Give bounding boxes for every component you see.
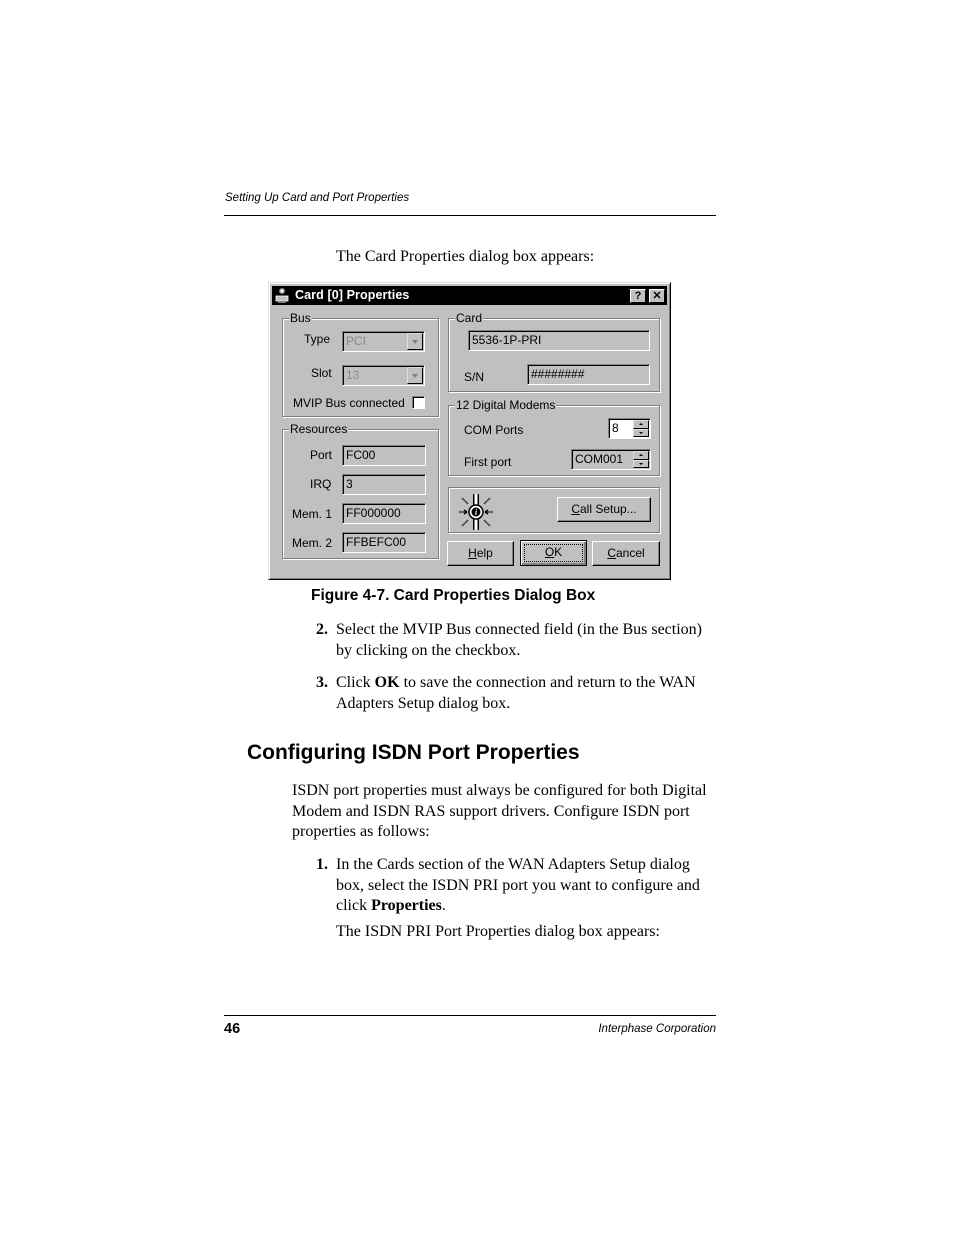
help-button[interactable]: Help (447, 541, 514, 566)
port-label: Port (310, 448, 333, 462)
chevron-down-icon[interactable] (407, 367, 423, 384)
cancel-label: ancel (615, 546, 645, 560)
bus-group-label: Bus (289, 311, 312, 325)
spin-down-icon[interactable] (633, 428, 649, 437)
section-heading: Configuring ISDN Port Properties (247, 741, 580, 764)
running-header: Setting Up Card and Port Properties (225, 192, 410, 204)
slot-value: 13 (346, 368, 360, 382)
call-setup-label: all Setup... (579, 502, 637, 516)
dialog-title: Card [0] Properties (295, 288, 410, 302)
sn-field[interactable]: ######## (527, 364, 650, 385)
mem1-field[interactable]: FF000000 (342, 503, 426, 524)
com-ports-spinner[interactable]: 8 (608, 418, 651, 439)
call-setup-mnemonic: C (571, 502, 580, 516)
page-number: 46 (224, 1021, 241, 1037)
step-text-pre: Click (336, 674, 375, 691)
footer-rule (224, 1015, 716, 1016)
type-value: PCI (346, 334, 367, 348)
com-ports-value: 8 (612, 421, 619, 435)
first-port-spinner[interactable]: COM001 (571, 449, 651, 470)
footer-company: Interphase Corporation (598, 1023, 716, 1035)
step-3: 3. Click OK to save the connection and r… (316, 673, 721, 714)
irq-field[interactable]: 3 (342, 474, 426, 495)
section-paragraph: ISDN port properties must always be conf… (292, 782, 707, 840)
spin-up-icon[interactable] (633, 420, 649, 429)
slot-combobox[interactable]: 13 (342, 365, 425, 386)
cancel-mnemonic: C (607, 546, 616, 560)
digital-modems-group-label: 12 Digital Modems (455, 398, 557, 412)
first-port-value: COM001 (575, 452, 624, 466)
step-followup: The ISDN PRI Port Properties dialog box … (336, 922, 660, 940)
call-setup-button[interactable]: Call Setup... (557, 497, 651, 522)
type-combobox[interactable]: PCI (342, 331, 425, 352)
help-mnemonic: H (468, 546, 477, 560)
step-text-bold: Properties (371, 897, 442, 914)
intro-text: The Card Properties dialog box appears: (336, 248, 595, 265)
header-rule (224, 215, 716, 216)
figure-caption: Figure 4-7. Card Properties Dialog Box (311, 587, 596, 604)
help-title-button[interactable]: ? (630, 289, 646, 303)
focus-rect (524, 544, 583, 562)
mvip-bus-checkbox[interactable] (412, 396, 425, 409)
spin-down-icon[interactable] (633, 459, 649, 468)
step-number: 2. (316, 621, 328, 638)
digital-modem-info-icon: i (459, 494, 493, 530)
card-group-label: Card (455, 311, 484, 325)
irq-label: IRQ (310, 477, 332, 491)
first-port-label: First port (464, 455, 512, 469)
spinner-arrows[interactable] (633, 451, 649, 468)
com-ports-label: COM Ports (464, 423, 524, 437)
sn-label: S/N (464, 370, 485, 384)
spin-up-icon[interactable] (633, 451, 649, 460)
close-button[interactable]: ✕ (649, 289, 665, 303)
ok-button[interactable]: OK (520, 540, 587, 566)
cancel-button[interactable]: Cancel (592, 541, 660, 566)
mem1-label: Mem. 1 (292, 507, 333, 521)
mem2-field[interactable]: FFBEFC00 (342, 532, 426, 553)
step-2: 2. Select the MVIP Bus connected field (… (316, 620, 721, 661)
type-label: Type (304, 332, 331, 346)
chevron-down-icon[interactable] (407, 333, 423, 350)
mem2-label: Mem. 2 (292, 536, 333, 550)
step-text-bold: OK (374, 674, 400, 691)
mvip-label: MVIP Bus connected (293, 396, 405, 410)
step-number: 1. (316, 856, 328, 873)
help-label: elp (476, 546, 493, 560)
slot-label: Slot (311, 366, 332, 380)
computer-card-icon (275, 288, 289, 303)
resources-group-label: Resources (289, 422, 349, 436)
spinner-arrows[interactable] (633, 420, 649, 437)
step-text: Select the MVIP Bus connected field (in … (336, 621, 702, 659)
step-number: 3. (316, 674, 328, 691)
card-properties-dialog: Card [0] Properties ? ✕ Bus Type PCI Slo… (268, 282, 671, 580)
step-1: 1. In the Cards section of the WAN Adapt… (316, 855, 716, 942)
step-text-post: . (441, 897, 446, 914)
port-field[interactable]: FC00 (342, 445, 426, 466)
card-model-field[interactable]: 5536-1P-PRI (468, 330, 650, 351)
title-bar[interactable]: Card [0] Properties ? ✕ (272, 286, 667, 305)
